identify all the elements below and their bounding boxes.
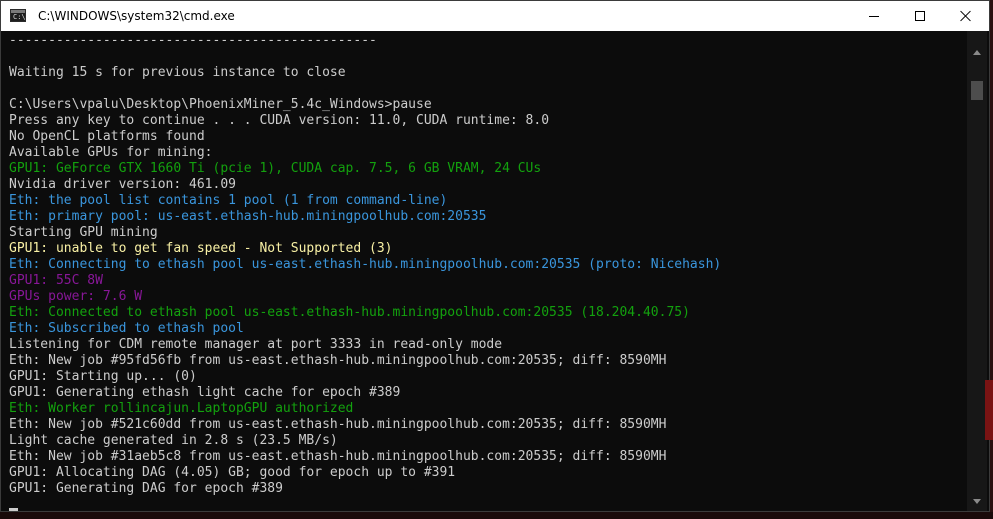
console-line: GPU1: Allocating DAG (4.05) GB; good for… [9, 465, 456, 480]
console-line: Eth: Worker rollincajun.LaptopGPU author… [9, 401, 354, 416]
console-line: GPU1: GeForce GTX 1660 Ti (pcie 1), CUDA… [9, 161, 542, 176]
cmd-window: C:\ C:\WINDOWS\system32\cmd.exe --------… [0, 0, 990, 512]
console-line: Press any key to continue . . . CUDA ver… [9, 113, 550, 128]
console-line: Eth: Connecting to ethash pool us-east.e… [9, 257, 722, 272]
console-line: C:\Users\vpalu\Desktop\PhoenixMiner_5.4c… [9, 97, 432, 112]
console-line: Eth: New job #31aeb5c8 from us-east.etha… [9, 449, 667, 464]
minimize-icon [869, 16, 879, 17]
console-line: ----------------------------------------… [9, 33, 377, 48]
window-title: C:\WINDOWS\system32\cmd.exe [38, 9, 235, 23]
console-line: Starting GPU mining [9, 225, 158, 240]
console-line: Listening for CDM remote manager at port… [9, 337, 503, 352]
console-line: Eth: Subscribed to ethash pool [9, 321, 244, 336]
text-cursor [9, 508, 18, 511]
console-line: Waiting 15 s for previous instance to cl… [9, 65, 346, 80]
console-line: Eth: Connected to ethash pool us-east.et… [9, 305, 690, 320]
console-line: GPU1: Generating ethash light cache for … [9, 385, 401, 400]
console-line: GPUs power: 7.6 W [9, 289, 143, 304]
console-line: Eth: primary pool: us-east.ethash-hub.mi… [9, 209, 487, 224]
console-line: No OpenCL platforms found [9, 129, 205, 144]
console-line: GPU1: Starting up... (0) [9, 369, 197, 384]
close-icon [960, 10, 972, 22]
desktop-background [0, 512, 993, 519]
minimize-button[interactable] [851, 1, 897, 31]
maximize-icon [915, 11, 925, 21]
console-line: Nvidia driver version: 461.09 [9, 177, 236, 192]
desktop-background-accent [985, 380, 993, 440]
scroll-up-icon[interactable] [973, 50, 981, 55]
maximize-button[interactable] [897, 1, 943, 31]
console-line: GPU1: Generating DAG for epoch #389 [9, 481, 283, 496]
cmd-icon[interactable]: C:\ [10, 9, 26, 22]
cmd-icon-label: C:\ [13, 13, 26, 21]
console-line: Eth: the pool list contains 1 pool (1 fr… [9, 193, 448, 208]
console-line: Available GPUs for mining: [9, 145, 213, 160]
scroll-thumb[interactable] [971, 81, 983, 100]
scroll-down-icon[interactable] [973, 499, 981, 504]
console-line: GPU1: unable to get fan speed - Not Supp… [9, 241, 393, 256]
vertical-scrollbar[interactable] [967, 31, 987, 511]
title-bar[interactable]: C:\ C:\WINDOWS\system32\cmd.exe [1, 1, 989, 31]
console-line: Light cache generated in 2.8 s (23.5 MB/… [9, 433, 338, 448]
console-line: Eth: New job #521c60dd from us-east.etha… [9, 417, 667, 432]
close-button[interactable] [943, 1, 989, 31]
console-output[interactable]: ----------------------------------------… [9, 33, 965, 511]
console-line: GPU1: 55C 8W [9, 273, 103, 288]
console-line: Eth: New job #95fd56fb from us-east.etha… [9, 353, 667, 368]
